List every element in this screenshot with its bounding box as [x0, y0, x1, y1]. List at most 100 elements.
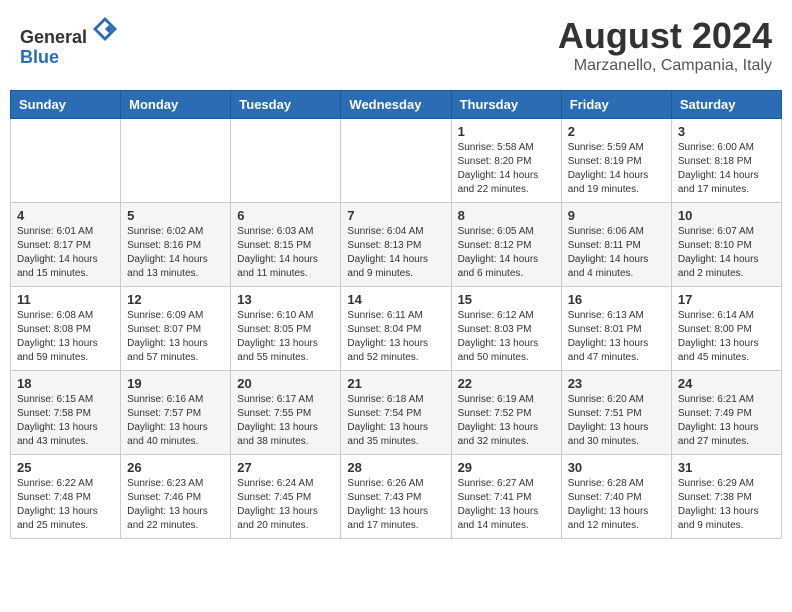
day-info: Sunrise: 6:29 AM Sunset: 7:38 PM Dayligh…: [678, 477, 775, 533]
day-info: Sunrise: 6:08 AM Sunset: 8:08 PM Dayligh…: [17, 309, 114, 365]
day-number: 26: [127, 460, 224, 475]
day-info: Sunrise: 6:26 AM Sunset: 7:43 PM Dayligh…: [347, 477, 444, 533]
day-info: Sunrise: 6:15 AM Sunset: 7:58 PM Dayligh…: [17, 393, 114, 449]
logo-blue: Blue: [20, 47, 59, 67]
calendar-cell: 22 Sunrise: 6:19 AM Sunset: 7:52 PM Dayli…: [451, 371, 561, 455]
title-block: August 2024 Marzanello, Campania, Italy: [558, 15, 772, 75]
day-number: 17: [678, 292, 775, 307]
day-info: Sunrise: 5:59 AM Sunset: 8:19 PM Dayligh…: [568, 141, 665, 197]
day-number: 5: [127, 208, 224, 223]
day-info: Sunrise: 6:23 AM Sunset: 7:46 PM Dayligh…: [127, 477, 224, 533]
day-number: 11: [17, 292, 114, 307]
day-info: Sunrise: 6:10 AM Sunset: 8:05 PM Dayligh…: [237, 309, 334, 365]
day-number: 7: [347, 208, 444, 223]
day-number: 9: [568, 208, 665, 223]
day-info: Sunrise: 6:22 AM Sunset: 7:48 PM Dayligh…: [17, 477, 114, 533]
calendar-week-0: 1Sunrise: 5:58 AM Sunset: 8:20 PM Daylig…: [11, 119, 782, 203]
day-info: Sunrise: 6:00 AM Sunset: 8:18 PM Dayligh…: [678, 141, 775, 197]
day-info: Sunrise: 6:17 AM Sunset: 7:55 PM Dayligh…: [237, 393, 334, 449]
day-info: Sunrise: 6:21 AM Sunset: 7:49 PM Dayligh…: [678, 393, 775, 449]
calendar-cell: 5Sunrise: 6:02 AM Sunset: 8:16 PM Daylig…: [121, 203, 231, 287]
logo-text: General Blue: [20, 15, 119, 68]
calendar-header-thursday: Thursday: [451, 91, 561, 119]
calendar-cell: [231, 119, 341, 203]
day-info: Sunrise: 6:07 AM Sunset: 8:10 PM Dayligh…: [678, 225, 775, 281]
day-info: Sunrise: 6:09 AM Sunset: 8:07 PM Dayligh…: [127, 309, 224, 365]
day-info: Sunrise: 6:27 AM Sunset: 7:41 PM Dayligh…: [458, 477, 555, 533]
day-info: Sunrise: 5:58 AM Sunset: 8:20 PM Dayligh…: [458, 141, 555, 197]
calendar-cell: 4 Sunrise: 6:01 AM Sunset: 8:17 PM Daylig…: [11, 203, 121, 287]
calendar-cell: [341, 119, 451, 203]
calendar-cell: 26 Sunrise: 6:23 AM Sunset: 7:46 PM Dayli…: [121, 455, 231, 539]
day-info: Sunrise: 6:03 AM Sunset: 8:15 PM Dayligh…: [237, 225, 334, 281]
day-number: 16: [568, 292, 665, 307]
calendar-header-row: SundayMondayTuesdayWednesdayThursdayFrid…: [11, 91, 782, 119]
calendar-cell: [11, 119, 121, 203]
calendar-cell: 6Sunrise: 6:03 AM Sunset: 8:15 PM Daylig…: [231, 203, 341, 287]
day-number: 24: [678, 376, 775, 391]
calendar-week-4: 25 Sunrise: 6:22 AM Sunset: 7:48 PM Dayli…: [11, 455, 782, 539]
day-number: 21: [347, 376, 444, 391]
day-number: 13: [237, 292, 334, 307]
calendar-cell: 2 Sunrise: 5:59 AM Sunset: 8:19 PM Daylig…: [561, 119, 671, 203]
calendar-cell: 25 Sunrise: 6:22 AM Sunset: 7:48 PM Dayli…: [11, 455, 121, 539]
calendar-header-sunday: Sunday: [11, 91, 121, 119]
calendar-cell: 9 Sunrise: 6:06 AM Sunset: 8:11 PM Daylig…: [561, 203, 671, 287]
day-info: Sunrise: 6:18 AM Sunset: 7:54 PM Dayligh…: [347, 393, 444, 449]
day-number: 15: [458, 292, 555, 307]
calendar-cell: 10Sunrise: 6:07 AM Sunset: 8:10 PM Dayli…: [671, 203, 781, 287]
day-info: Sunrise: 6:20 AM Sunset: 7:51 PM Dayligh…: [568, 393, 665, 449]
calendar-week-1: 4 Sunrise: 6:01 AM Sunset: 8:17 PM Daylig…: [11, 203, 782, 287]
day-number: 14: [347, 292, 444, 307]
calendar-week-3: 18 Sunrise: 6:15 AM Sunset: 7:58 PM Dayli…: [11, 371, 782, 455]
logo: General Blue: [20, 15, 119, 68]
day-number: 30: [568, 460, 665, 475]
month-year: August 2024: [558, 15, 772, 57]
calendar-cell: 24 Sunrise: 6:21 AM Sunset: 7:49 PM Dayli…: [671, 371, 781, 455]
calendar-cell: 27 Sunrise: 6:24 AM Sunset: 7:45 PM Dayli…: [231, 455, 341, 539]
day-number: 27: [237, 460, 334, 475]
day-number: 22: [458, 376, 555, 391]
calendar-header-wednesday: Wednesday: [341, 91, 451, 119]
day-info: Sunrise: 6:24 AM Sunset: 7:45 PM Dayligh…: [237, 477, 334, 533]
location: Marzanello, Campania, Italy: [558, 57, 772, 75]
day-info: Sunrise: 6:04 AM Sunset: 8:13 PM Dayligh…: [347, 225, 444, 281]
calendar-cell: 7 Sunrise: 6:04 AM Sunset: 8:13 PM Daylig…: [341, 203, 451, 287]
calendar-cell: 16Sunrise: 6:13 AM Sunset: 8:01 PM Dayli…: [561, 287, 671, 371]
day-info: Sunrise: 6:11 AM Sunset: 8:04 PM Dayligh…: [347, 309, 444, 365]
logo-general: General: [20, 27, 87, 47]
day-number: 25: [17, 460, 114, 475]
calendar-body: 1Sunrise: 5:58 AM Sunset: 8:20 PM Daylig…: [11, 119, 782, 539]
calendar-cell: 29 Sunrise: 6:27 AM Sunset: 7:41 PM Dayli…: [451, 455, 561, 539]
day-info: Sunrise: 6:06 AM Sunset: 8:11 PM Dayligh…: [568, 225, 665, 281]
day-info: Sunrise: 6:16 AM Sunset: 7:57 PM Dayligh…: [127, 393, 224, 449]
calendar-header-saturday: Saturday: [671, 91, 781, 119]
calendar-cell: 21 Sunrise: 6:18 AM Sunset: 7:54 PM Dayli…: [341, 371, 451, 455]
day-number: 29: [458, 460, 555, 475]
day-info: Sunrise: 6:12 AM Sunset: 8:03 PM Dayligh…: [458, 309, 555, 365]
calendar-cell: 20 Sunrise: 6:17 AM Sunset: 7:55 PM Dayli…: [231, 371, 341, 455]
page-header: General Blue August 2024 Marzanello, Cam…: [10, 10, 782, 80]
day-info: Sunrise: 6:05 AM Sunset: 8:12 PM Dayligh…: [458, 225, 555, 281]
calendar-cell: [121, 119, 231, 203]
day-number: 31: [678, 460, 775, 475]
calendar-cell: 14 Sunrise: 6:11 AM Sunset: 8:04 PM Dayli…: [341, 287, 451, 371]
calendar-cell: 1Sunrise: 5:58 AM Sunset: 8:20 PM Daylig…: [451, 119, 561, 203]
calendar-cell: 23Sunrise: 6:20 AM Sunset: 7:51 PM Dayli…: [561, 371, 671, 455]
day-number: 19: [127, 376, 224, 391]
calendar-header-friday: Friday: [561, 91, 671, 119]
calendar-cell: 13 Sunrise: 6:10 AM Sunset: 8:05 PM Dayli…: [231, 287, 341, 371]
day-info: Sunrise: 6:19 AM Sunset: 7:52 PM Dayligh…: [458, 393, 555, 449]
day-number: 2: [568, 124, 665, 139]
day-number: 20: [237, 376, 334, 391]
day-info: Sunrise: 6:28 AM Sunset: 7:40 PM Dayligh…: [568, 477, 665, 533]
day-info: Sunrise: 6:01 AM Sunset: 8:17 PM Dayligh…: [17, 225, 114, 281]
calendar-cell: 8Sunrise: 6:05 AM Sunset: 8:12 PM Daylig…: [451, 203, 561, 287]
calendar-cell: 28Sunrise: 6:26 AM Sunset: 7:43 PM Dayli…: [341, 455, 451, 539]
day-number: 3: [678, 124, 775, 139]
calendar-cell: 12Sunrise: 6:09 AM Sunset: 8:07 PM Dayli…: [121, 287, 231, 371]
day-number: 18: [17, 376, 114, 391]
logo-icon: [91, 15, 119, 43]
day-number: 4: [17, 208, 114, 223]
calendar-cell: 17Sunrise: 6:14 AM Sunset: 8:00 PM Dayli…: [671, 287, 781, 371]
